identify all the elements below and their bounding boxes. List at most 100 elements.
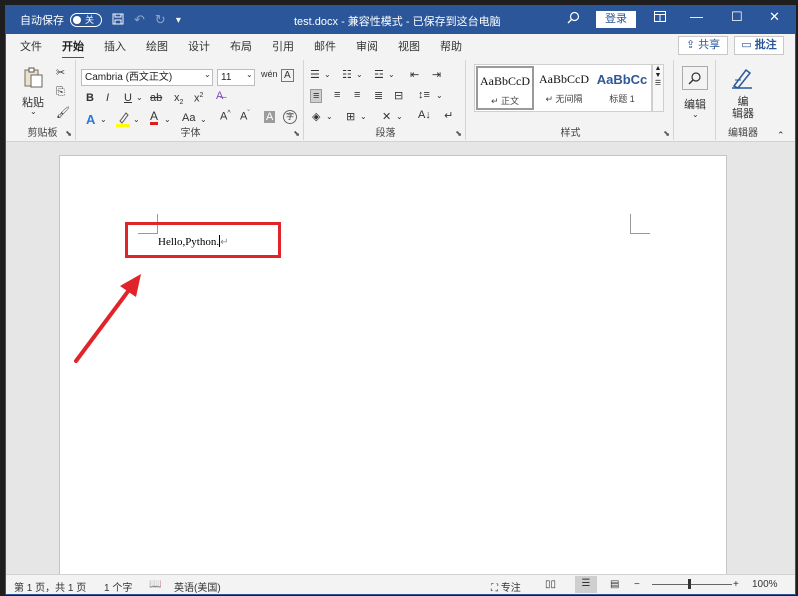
text-effect-dropdown-icon[interactable]: ⌄ <box>100 115 107 124</box>
tab-references[interactable]: 引用 <box>272 38 294 54</box>
justify-icon[interactable]: ≣ <box>374 89 383 102</box>
search-icon[interactable] <box>567 11 580 27</box>
cut-icon[interactable]: ✂ <box>56 66 65 79</box>
styles-gallery-scroll[interactable]: ▲ ▼ ☰ <box>652 64 664 112</box>
line-spacing-dropdown-icon[interactable]: ⌄ <box>436 91 443 100</box>
numbering-dropdown-icon[interactable]: ⌄ <box>356 70 363 79</box>
change-case-button[interactable]: Aa <box>182 112 195 124</box>
collapse-ribbon-icon[interactable]: ⌃ <box>777 130 785 141</box>
strikethrough-button[interactable]: ab <box>150 92 162 104</box>
gallery-up-icon[interactable]: ▲ <box>653 65 663 72</box>
share-button[interactable]: ⇪ 共享 <box>678 36 728 55</box>
close-icon[interactable]: ✕ <box>769 9 780 25</box>
font-color-dropdown-icon[interactable]: ⌄ <box>164 115 171 124</box>
align-left-icon[interactable]: ≡ <box>310 89 323 103</box>
login-button[interactable]: 登录 <box>596 11 636 28</box>
minimize-icon[interactable]: — <box>690 9 703 24</box>
customize-icon[interactable]: ▾ <box>176 15 181 26</box>
paste-dropdown-icon[interactable]: ⌄ <box>30 107 37 116</box>
italic-button[interactable]: I <box>106 92 109 104</box>
paste-icon[interactable] <box>22 66 44 91</box>
asian-layout-icon[interactable]: ✕ <box>382 110 391 123</box>
tab-view[interactable]: 视图 <box>398 38 420 54</box>
distributed-icon[interactable]: ⊟ <box>394 89 403 102</box>
char-border-icon[interactable]: A <box>281 69 294 82</box>
shrink-font-icon[interactable]: Aˇ <box>240 110 250 123</box>
gallery-down-icon[interactable]: ▼ <box>653 72 663 79</box>
align-center-icon[interactable]: ≡ <box>334 89 340 101</box>
ribbon-display-icon[interactable] <box>654 11 666 25</box>
borders-dropdown-icon[interactable]: ⌄ <box>360 112 367 121</box>
format-painter-icon[interactable]: 🖌 <box>56 106 70 119</box>
page-info[interactable]: 第 1 页，共 1 页 <box>14 579 86 594</box>
save-icon[interactable] <box>112 13 124 28</box>
paragraph-launcher-icon[interactable]: ⬊ <box>455 129 462 138</box>
font-size-dropdown-icon[interactable]: ⌄ <box>246 70 253 79</box>
editor-icon[interactable] <box>730 66 754 93</box>
tab-mailings[interactable]: 邮件 <box>314 38 336 54</box>
bullets-icon[interactable]: ☰ <box>310 68 320 81</box>
highlight-dropdown-icon[interactable]: ⌄ <box>133 115 140 124</box>
align-right-icon[interactable]: ≡ <box>354 89 360 101</box>
autosave-toggle[interactable]: 关 <box>70 13 102 27</box>
superscript-button[interactable]: x2 <box>194 92 203 105</box>
read-mode-icon[interactable]: ▯▯ <box>545 579 556 590</box>
subscript-button[interactable]: x2 <box>174 92 183 106</box>
clipboard-launcher-icon[interactable]: ⬊ <box>65 129 72 138</box>
redo-icon[interactable]: ↻ <box>155 12 166 28</box>
tab-file[interactable]: 文件 <box>20 38 42 54</box>
style-no-spacing[interactable]: AaBbCcD ↵ 无间隔 <box>535 66 593 110</box>
gallery-more-icon[interactable]: ☰ <box>653 79 663 87</box>
bold-button[interactable]: B <box>86 92 94 104</box>
multilevel-dropdown-icon[interactable]: ⌄ <box>388 70 395 79</box>
tab-draw[interactable]: 绘图 <box>146 38 168 54</box>
increase-indent-icon[interactable]: ⇥ <box>432 68 441 81</box>
undo-icon[interactable]: ↶ <box>134 12 145 28</box>
maximize-icon[interactable]: ☐ <box>731 9 743 25</box>
show-marks-icon[interactable]: ↵ <box>444 109 453 122</box>
zoom-out-icon[interactable]: − <box>634 579 640 590</box>
focus-mode-button[interactable]: ⛶ 专注 <box>491 579 521 594</box>
find-icon[interactable] <box>682 66 708 90</box>
editor-label[interactable]: 编 辑器 <box>732 96 754 120</box>
phonetic-guide-icon[interactable]: wén <box>261 69 278 79</box>
underline-dropdown-icon[interactable]: ⌄ <box>136 93 143 102</box>
word-count[interactable]: 1 个字 <box>104 579 132 594</box>
sort-icon[interactable]: A↓ <box>418 109 431 121</box>
print-layout-icon[interactable]: ☰ <box>575 576 597 593</box>
tab-review[interactable]: 审阅 <box>356 38 378 54</box>
comment-button[interactable]: ▭ 批注 <box>734 36 784 55</box>
styles-launcher-icon[interactable]: ⬊ <box>663 129 670 138</box>
shading-dropdown-icon[interactable]: ⌄ <box>326 112 333 121</box>
borders-icon[interactable]: ⊞ <box>346 110 355 123</box>
style-heading1[interactable]: AaBbCc 标题 1 <box>593 66 651 110</box>
numbering-icon[interactable]: ☷ <box>342 68 352 81</box>
tab-layout[interactable]: 布局 <box>230 38 252 54</box>
grow-font-icon[interactable]: A^ <box>220 110 231 123</box>
tab-help[interactable]: 帮助 <box>440 38 462 54</box>
multilevel-list-icon[interactable]: ☲ <box>374 68 384 81</box>
tab-insert[interactable]: 插入 <box>104 38 126 54</box>
decrease-indent-icon[interactable]: ⇤ <box>410 68 419 81</box>
bullets-dropdown-icon[interactable]: ⌄ <box>324 70 331 79</box>
zoom-level[interactable]: 100% <box>752 579 778 590</box>
proofing-icon[interactable]: 📖 <box>149 579 161 590</box>
copy-icon[interactable]: ⎘ <box>56 86 65 99</box>
font-launcher-icon[interactable]: ⬊ <box>293 129 300 138</box>
asian-layout-dropdown-icon[interactable]: ⌄ <box>396 112 403 121</box>
underline-button[interactable]: U <box>124 92 132 104</box>
char-shading-icon[interactable]: A <box>264 111 276 123</box>
zoom-slider[interactable] <box>652 584 732 585</box>
font-name-dropdown-icon[interactable]: ⌄ <box>204 70 211 79</box>
font-color-button[interactable]: A <box>150 110 159 125</box>
zoom-in-icon[interactable]: + <box>733 579 739 590</box>
tab-design[interactable]: 设计 <box>188 38 210 54</box>
zoom-slider-thumb[interactable] <box>688 579 691 589</box>
shading-icon[interactable]: ◈ <box>312 110 320 123</box>
language-status[interactable]: 英语(美国) <box>174 579 221 594</box>
web-layout-icon[interactable]: ▤ <box>610 579 619 590</box>
editing-dropdown-icon[interactable]: ⌄ <box>692 110 699 119</box>
change-case-dropdown-icon[interactable]: ⌄ <box>200 115 207 124</box>
document-canvas[interactable]: Hello,Python.↵ <box>6 143 795 576</box>
enclose-char-icon[interactable]: 字 <box>283 110 297 124</box>
